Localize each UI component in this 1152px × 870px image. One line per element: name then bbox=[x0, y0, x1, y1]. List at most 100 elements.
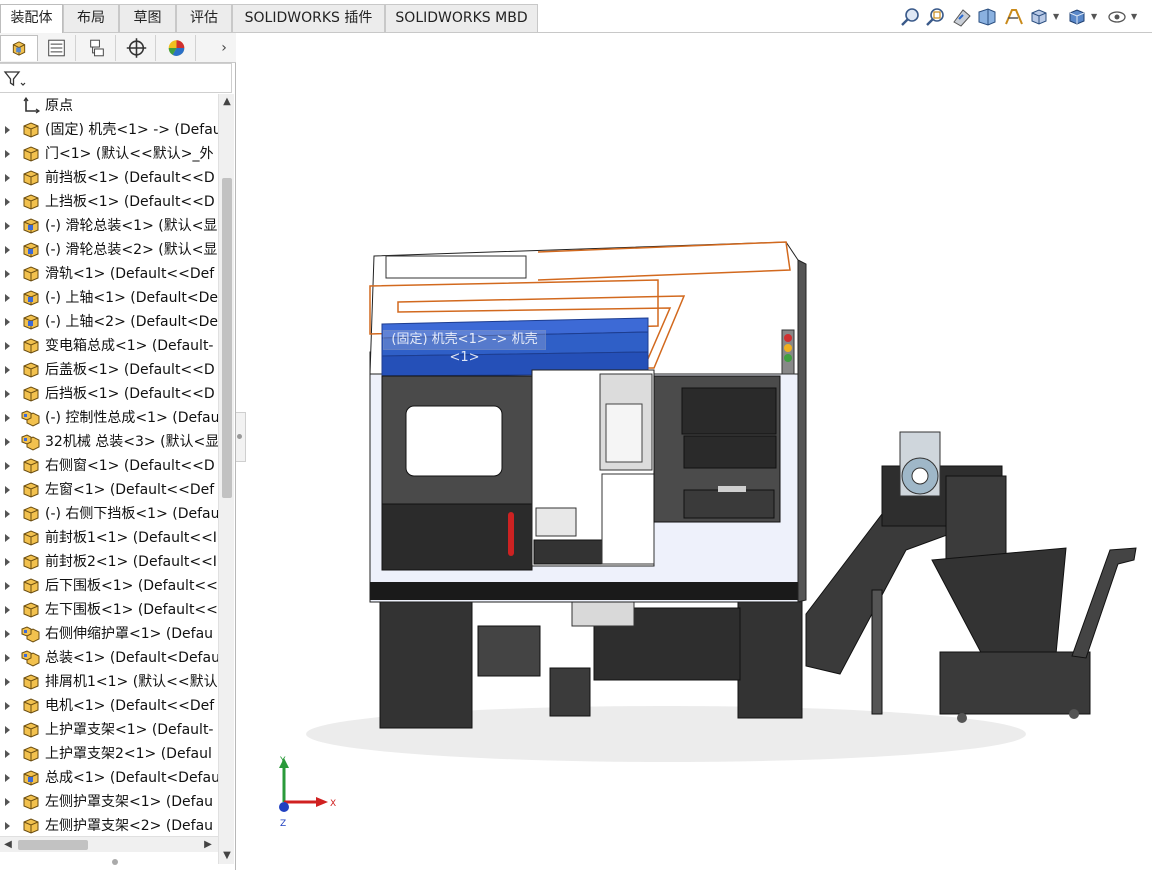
tree-item[interactable]: 上护罩支架2<1> (Defaul bbox=[0, 742, 218, 766]
expand-arrow-icon[interactable] bbox=[5, 246, 10, 254]
display-manager-icon[interactable] bbox=[158, 35, 196, 61]
dynamic-annotation-icon[interactable] bbox=[1002, 6, 1024, 28]
tree-horizontal-scrollbar[interactable]: ◀ ▶ bbox=[0, 836, 218, 852]
expand-arrow-icon[interactable] bbox=[5, 342, 10, 350]
scroll-up-icon[interactable]: ▲ bbox=[219, 94, 235, 110]
hide-show-items-icon[interactable] bbox=[1106, 6, 1128, 28]
tree-item[interactable]: (固定) 机壳<1> -> (Defau bbox=[0, 118, 218, 142]
expand-arrow-icon[interactable] bbox=[5, 270, 10, 278]
zoom-to-fit-icon[interactable] bbox=[900, 6, 922, 28]
chevron-down-icon[interactable]: ▼ bbox=[1131, 13, 1139, 21]
chevron-down-icon[interactable]: ▼ bbox=[1053, 13, 1061, 21]
configurationmanager-icon[interactable] bbox=[78, 35, 116, 61]
tree-item[interactable]: 滑轨<1> (Default<<Def bbox=[0, 262, 218, 286]
tree-item[interactable]: 排屑机1<1> (默认<<默认 bbox=[0, 670, 218, 694]
expand-arrow-icon[interactable] bbox=[5, 414, 10, 422]
previous-view-icon[interactable] bbox=[951, 6, 973, 28]
expand-arrow-icon[interactable] bbox=[5, 150, 10, 158]
expand-arrow-icon[interactable] bbox=[5, 558, 10, 566]
filter-icon[interactable] bbox=[3, 69, 27, 89]
tree-item[interactable]: 上挡板<1> (Default<<D bbox=[0, 190, 218, 214]
expand-arrow-icon[interactable] bbox=[5, 774, 10, 782]
tree-item[interactable]: 前封板2<1> (Default<<I bbox=[0, 550, 218, 574]
expand-arrow-icon[interactable] bbox=[5, 750, 10, 758]
tree-item[interactable]: 右侧窗<1> (Default<<D bbox=[0, 454, 218, 478]
zoom-to-area-icon[interactable] bbox=[925, 6, 947, 28]
part-icon bbox=[21, 121, 41, 139]
expand-arrow-icon[interactable] bbox=[5, 582, 10, 590]
tree-item[interactable]: (-) 上轴<1> (Default<De bbox=[0, 286, 218, 310]
expand-arrow-icon[interactable] bbox=[5, 678, 10, 686]
tree-item[interactable]: 前挡板<1> (Default<<D bbox=[0, 166, 218, 190]
panel-collapse-handle[interactable] bbox=[236, 412, 246, 462]
expand-arrow-icon[interactable] bbox=[5, 294, 10, 302]
expand-arrow-icon[interactable] bbox=[5, 126, 10, 134]
tree-item[interactable]: 上护罩支架<1> (Default- bbox=[0, 718, 218, 742]
tree-item[interactable]: (-) 滑轮总装<2> (默认<显 bbox=[0, 238, 218, 262]
chevron-right-icon[interactable]: › bbox=[216, 38, 232, 58]
tree-filter-bar[interactable] bbox=[0, 63, 232, 93]
propertymanager-icon[interactable] bbox=[38, 35, 76, 61]
section-view-icon[interactable] bbox=[976, 6, 998, 28]
tree-item[interactable]: 变电箱总成<1> (Default- bbox=[0, 334, 218, 358]
scroll-left-icon[interactable]: ◀ bbox=[0, 837, 16, 853]
expand-arrow-icon[interactable] bbox=[5, 630, 10, 638]
expand-arrow-icon[interactable] bbox=[5, 510, 10, 518]
chevron-down-icon[interactable]: ▼ bbox=[1091, 13, 1099, 21]
tree-item[interactable]: 左窗<1> (Default<<Def bbox=[0, 478, 218, 502]
tree-item[interactable]: 后盖板<1> (Default<<D bbox=[0, 358, 218, 382]
cnc-lathe-assembly-model[interactable] bbox=[246, 34, 1152, 870]
scrollbar-thumb[interactable] bbox=[18, 840, 88, 850]
expand-arrow-icon[interactable] bbox=[5, 462, 10, 470]
resize-grip-icon[interactable] bbox=[112, 859, 118, 865]
dimxpertmanager-icon[interactable] bbox=[118, 35, 156, 61]
tab-solidworks-addins[interactable]: SOLIDWORKS 插件 bbox=[232, 4, 385, 32]
tab-assembly[interactable]: 装配体 bbox=[0, 4, 63, 34]
expand-arrow-icon[interactable] bbox=[5, 174, 10, 182]
expand-arrow-icon[interactable] bbox=[5, 798, 10, 806]
tree-item[interactable]: 门<1> (默认<<默认>_外 bbox=[0, 142, 218, 166]
tree-item[interactable]: (-) 右侧下挡板<1> (Defau bbox=[0, 502, 218, 526]
tree-item[interactable]: 右侧伸缩护罩<1> (Defau bbox=[0, 622, 218, 646]
tree-item-label: 总装<1> (Default<Defau bbox=[45, 650, 218, 666]
expand-arrow-icon[interactable] bbox=[5, 366, 10, 374]
tab-solidworks-mbd[interactable]: SOLIDWORKS MBD bbox=[385, 4, 538, 32]
expand-arrow-icon[interactable] bbox=[5, 198, 10, 206]
tree-item[interactable]: 左下围板<1> (Default<< bbox=[0, 598, 218, 622]
view-orientation-icon[interactable] bbox=[1028, 6, 1050, 28]
tab-layout[interactable]: 布局 bbox=[63, 4, 119, 32]
tree-item[interactable]: (-) 滑轮总装<1> (默认<显 bbox=[0, 214, 218, 238]
tree-item[interactable]: 总装<1> (Default<Defau bbox=[0, 646, 218, 670]
tree-item[interactable]: 电机<1> (Default<<Def bbox=[0, 694, 218, 718]
expand-arrow-icon[interactable] bbox=[5, 222, 10, 230]
tree-item[interactable]: 32机械 总装<3> (默认<显 bbox=[0, 430, 218, 454]
expand-arrow-icon[interactable] bbox=[5, 606, 10, 614]
featuremanager-tree-icon[interactable] bbox=[0, 35, 38, 61]
expand-arrow-icon[interactable] bbox=[5, 486, 10, 494]
tree-item[interactable]: 后挡板<1> (Default<<D bbox=[0, 382, 218, 406]
expand-arrow-icon[interactable] bbox=[5, 438, 10, 446]
expand-arrow-icon[interactable] bbox=[5, 534, 10, 542]
display-style-icon[interactable] bbox=[1066, 6, 1088, 28]
tree-item[interactable]: 左侧护罩支架<1> (Defau bbox=[0, 790, 218, 814]
tree-item[interactable]: 左侧护罩支架<2> (Defau bbox=[0, 814, 218, 836]
expand-arrow-icon[interactable] bbox=[5, 726, 10, 734]
tree-item[interactable]: 前封板1<1> (Default<<I bbox=[0, 526, 218, 550]
scrollbar-thumb[interactable] bbox=[222, 178, 232, 498]
expand-arrow-icon[interactable] bbox=[5, 390, 10, 398]
tree-item[interactable]: 总成<1> (Default<Defau bbox=[0, 766, 218, 790]
expand-arrow-icon[interactable] bbox=[5, 822, 10, 830]
tab-sketch[interactable]: 草图 bbox=[119, 4, 176, 32]
expand-arrow-icon[interactable] bbox=[5, 318, 10, 326]
tree-item-origin[interactable]: 原点 bbox=[0, 94, 218, 118]
expand-arrow-icon[interactable] bbox=[5, 702, 10, 710]
tree-vertical-scrollbar[interactable]: ▲ ▼ bbox=[218, 94, 234, 864]
scroll-down-icon[interactable]: ▼ bbox=[219, 848, 235, 864]
graphics-area[interactable]: (固定) 机壳<1> -> 机壳<1> Y X Z bbox=[246, 34, 1152, 870]
expand-arrow-icon[interactable] bbox=[5, 654, 10, 662]
tab-evaluate[interactable]: 评估 bbox=[176, 4, 232, 32]
tree-item[interactable]: (-) 控制性总成<1> (Defau bbox=[0, 406, 218, 430]
scroll-right-icon[interactable]: ▶ bbox=[200, 837, 216, 853]
tree-item[interactable]: 后下围板<1> (Default<< bbox=[0, 574, 218, 598]
tree-item[interactable]: (-) 上轴<2> (Default<De bbox=[0, 310, 218, 334]
